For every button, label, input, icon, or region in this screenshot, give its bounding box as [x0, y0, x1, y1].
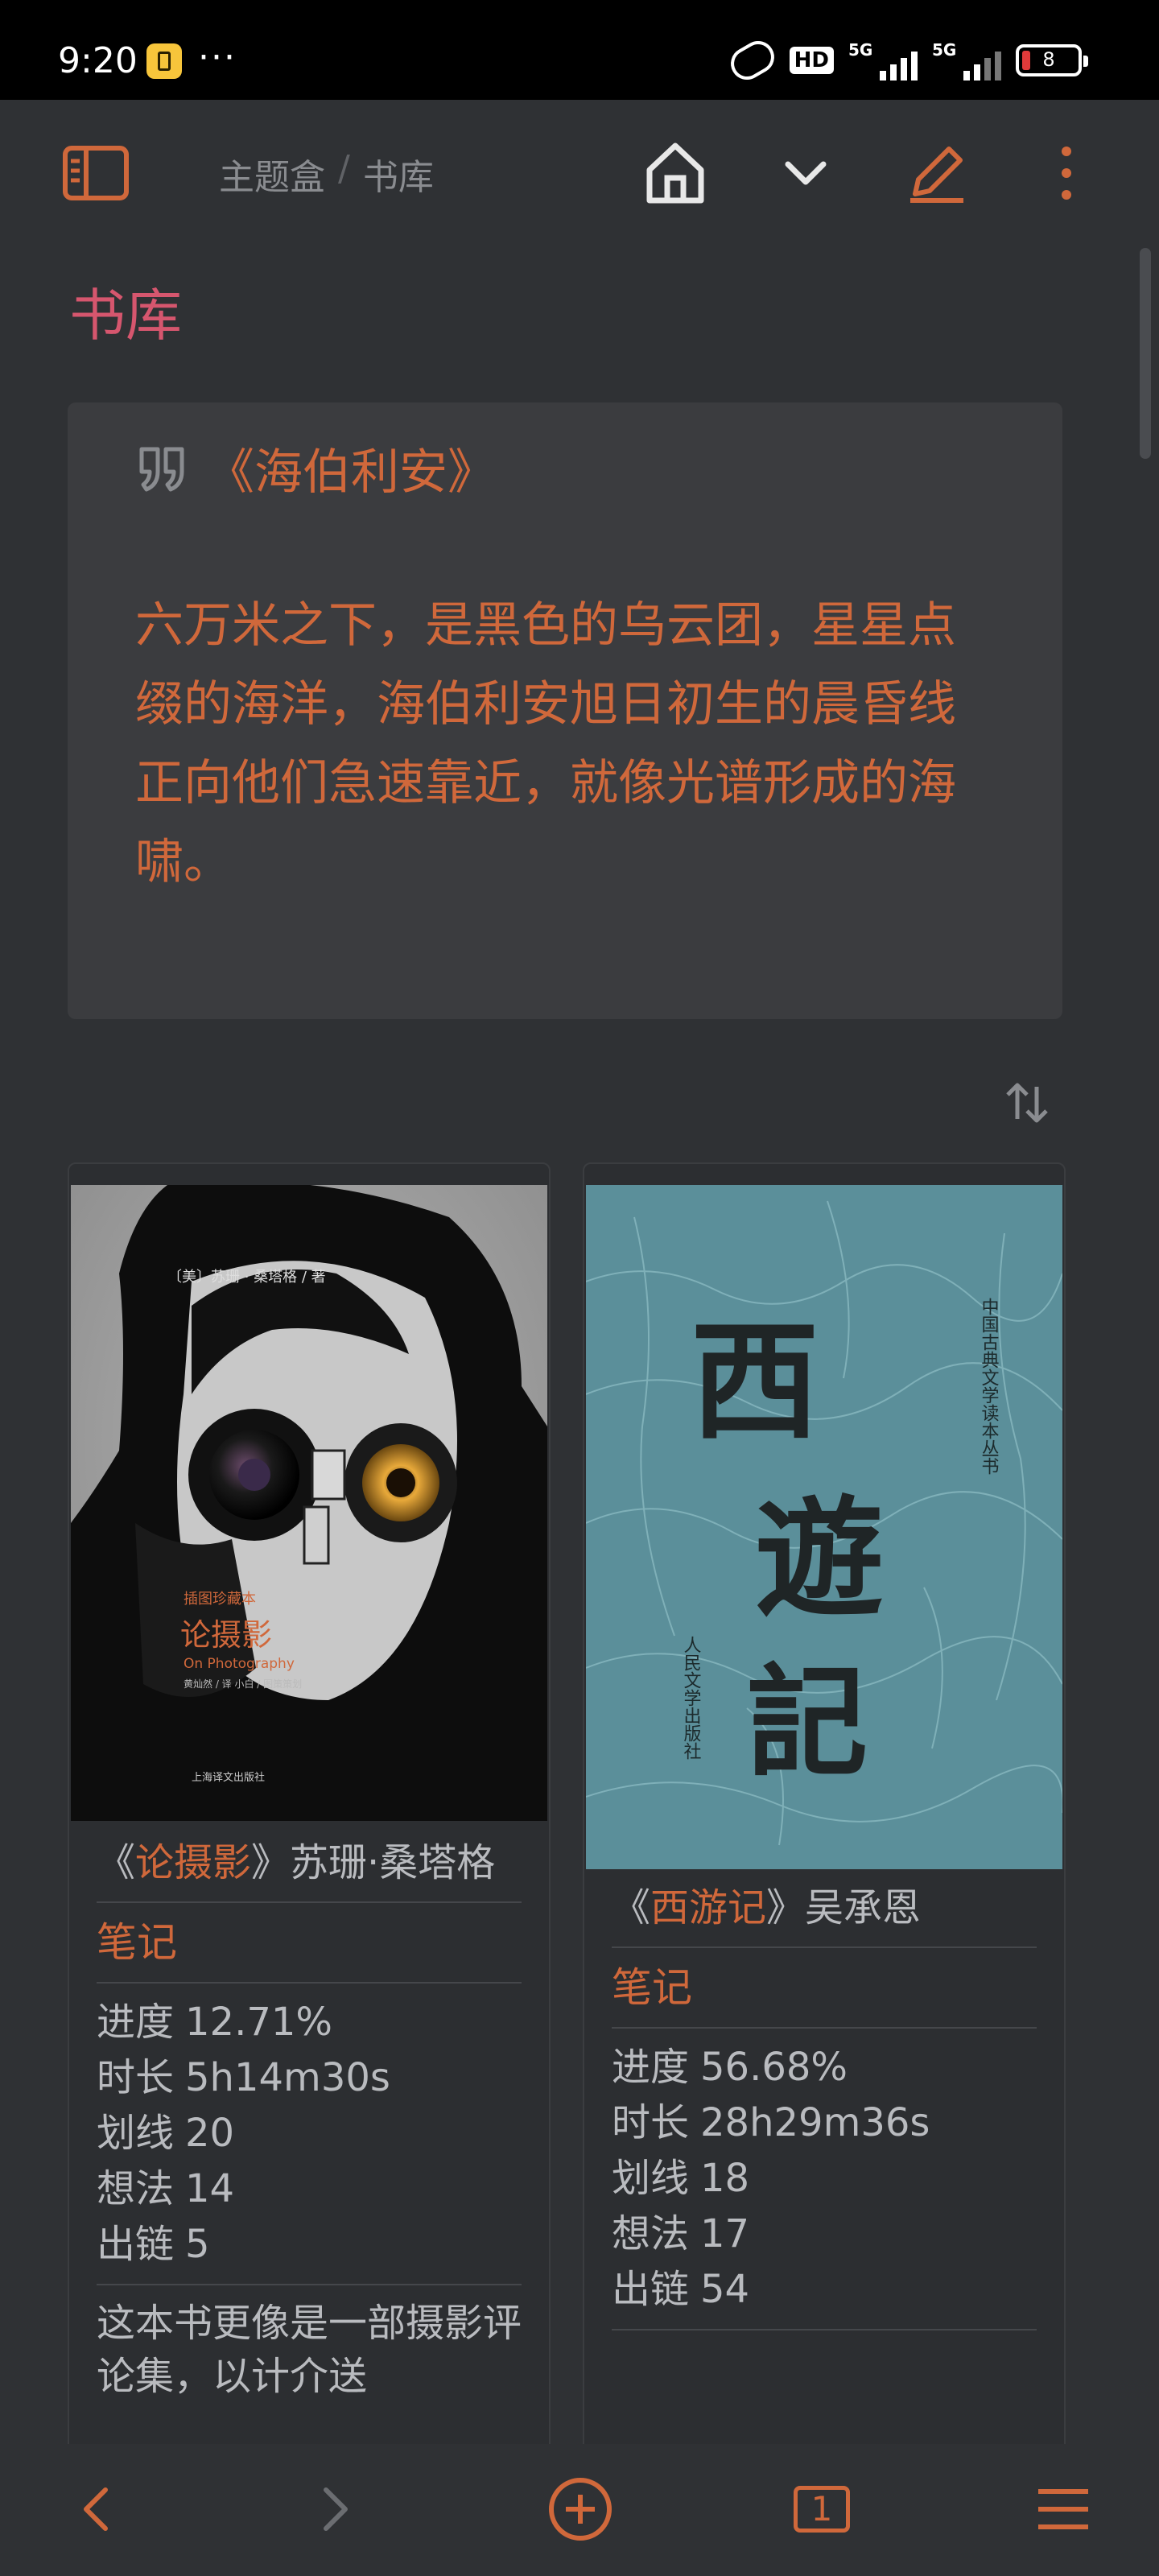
status-bar: 9:20 ··· HD 5G 5G 8 — [0, 0, 1159, 100]
breadcrumb-item-library[interactable]: 书库 — [363, 148, 434, 200]
divider — [612, 2027, 1037, 2029]
notes-link[interactable]: 笔记 — [612, 1959, 1037, 2016]
breadcrumb: 主题盒 / 书库 — [219, 148, 434, 200]
page-title: 书库 — [69, 283, 182, 349]
quote-header: 《海伯利安》 — [135, 433, 496, 503]
stat-progress: 进度 12.71% — [97, 2000, 333, 2045]
bottom-bar: 1 — [0, 2444, 1159, 2576]
battery-saver-icon — [146, 43, 182, 79]
book-title: 《论摄影》苏珊·桑塔格 — [97, 1835, 522, 1890]
network-type-2: 5G — [932, 40, 957, 60]
stat-progress: 进度 56.68% — [612, 2045, 848, 2090]
scrollbar[interactable] — [1140, 248, 1151, 459]
battery-icon: 8 — [1016, 44, 1088, 76]
book-author: 苏珊·桑塔格 — [290, 1840, 496, 1885]
stat-duration: 时长 5h14m30s — [97, 2055, 390, 2100]
chevron-down-icon[interactable] — [769, 137, 842, 209]
cover-title: 论摄影 — [180, 1617, 272, 1653]
tab-count: 1 — [794, 2486, 850, 2533]
book-card[interactable]: 〔美〕苏珊 · 桑塔格 / 著 插图珍藏本 论摄影 On Photography… — [68, 1162, 551, 2454]
divider — [612, 1946, 1037, 1948]
sort-icon[interactable] — [1003, 1079, 1051, 1127]
breadcrumb-separator: / — [338, 148, 350, 189]
tabs-button[interactable]: 1 — [786, 2473, 858, 2545]
divider — [97, 1982, 522, 1984]
book-info: 《论摄影》苏珊·桑塔格 笔记 进度 12.71% 时长 5h14m30s 划线 20 … — [97, 1835, 522, 2403]
stat-outlinks: 出链 5 — [97, 2222, 210, 2267]
book-card[interactable]: 中国古典文学读本丛书 西 遊 記 人民文学出版社 《西游记》吴承恩 笔记 进度 5… — [583, 1162, 1066, 2454]
notes-link[interactable]: 笔记 — [97, 1914, 522, 1971]
more-vertical-icon[interactable] — [1030, 137, 1103, 209]
title-bracket-open: 《 — [612, 1885, 651, 1930]
more-notifications-icon: ··· — [198, 37, 237, 78]
stat-thoughts: 想法 17 — [612, 2211, 750, 2256]
cover-title-char-1: 西 — [691, 1306, 819, 1457]
cover-edition: 插图珍藏本 — [184, 1591, 256, 1608]
cover-publisher: 人民文学出版社 — [681, 1636, 702, 1760]
cover-translators: 黄灿然 / 译 小白 / 图策策划 — [184, 1678, 302, 1690]
breadcrumb-item-topic-box[interactable]: 主题盒 — [219, 148, 325, 200]
cover-title-char-3: 記 — [747, 1652, 868, 1794]
quote-text: 六万米之下，是黑色的乌云团，星星点缀的海洋，海伯利安旭日初生的晨昏线正向他们急速… — [135, 597, 956, 890]
cover-subtitle: On Photography — [184, 1656, 295, 1672]
divider — [612, 2329, 1037, 2330]
stat-duration: 时长 28h29m36s — [612, 2100, 930, 2145]
cover-series: 中国古典文学读本丛书 — [979, 1298, 1000, 1475]
network-type: 5G — [848, 40, 873, 60]
cover-publisher: 上海译文出版社 — [192, 1771, 265, 1784]
stat-thoughts: 想法 14 — [97, 2166, 235, 2211]
quote-card[interactable]: 《海伯利安》 六万米之下，是黑色的乌云团，星星点缀的海洋，海伯利安旭日初生的晨昏… — [68, 402, 1062, 1019]
menu-icon[interactable] — [1027, 2473, 1099, 2545]
link-icon — [724, 35, 780, 86]
cover-author-line: 〔美〕苏珊 · 桑塔格 / 著 — [167, 1269, 326, 1286]
top-bar: 主题盒 / 书库 — [0, 100, 1159, 237]
stat-outlinks: 出链 54 — [612, 2267, 750, 2312]
stat-highlights: 划线 18 — [612, 2156, 750, 2201]
stat-highlights: 划线 20 — [97, 2111, 235, 2156]
hd-badge: HD — [789, 47, 834, 74]
book-info: 《西游记》吴承恩 笔记 进度 56.68% 时长 28h29m36s 划线 18 想法… — [612, 1880, 1037, 2342]
battery-level: 8 — [1042, 48, 1055, 71]
home-icon[interactable] — [639, 137, 711, 209]
quote-icon — [139, 447, 184, 491]
divider — [97, 2284, 522, 2285]
edit-pencil-icon[interactable] — [900, 137, 972, 209]
sidebar-toggle-icon[interactable] — [60, 137, 132, 209]
signal-icon: 5G — [848, 40, 918, 80]
book-title: 《西游记》吴承恩 — [612, 1880, 1037, 1935]
signal-icon-2: 5G — [932, 40, 1001, 80]
book-title-link[interactable]: 论摄影 — [135, 1840, 251, 1885]
divider — [97, 1901, 522, 1903]
book-title-link[interactable]: 西游记 — [650, 1885, 766, 1930]
back-icon[interactable] — [60, 2473, 132, 2545]
add-icon[interactable] — [544, 2473, 617, 2545]
title-bracket-open: 《 — [97, 1840, 136, 1885]
title-bracket-close: 》 — [251, 1840, 291, 1885]
book-author: 吴承恩 — [805, 1885, 922, 1930]
book-description: 这本书更像是一部摄影评论集，以计介送 — [97, 2301, 522, 2399]
forward-icon[interactable] — [299, 2473, 372, 2545]
book-cover[interactable]: 〔美〕苏珊 · 桑塔格 / 著 插图珍藏本 论摄影 On Photography… — [71, 1181, 547, 1821]
title-bracket-close: 》 — [766, 1885, 806, 1930]
cover-title-char-2: 遊 — [755, 1483, 884, 1634]
status-time: 9:20 — [58, 40, 138, 81]
quote-book-title[interactable]: 《海伯利安》 — [206, 433, 496, 503]
book-cover[interactable]: 中国古典文学读本丛书 西 遊 記 人民文学出版社 — [585, 1185, 1064, 1869]
